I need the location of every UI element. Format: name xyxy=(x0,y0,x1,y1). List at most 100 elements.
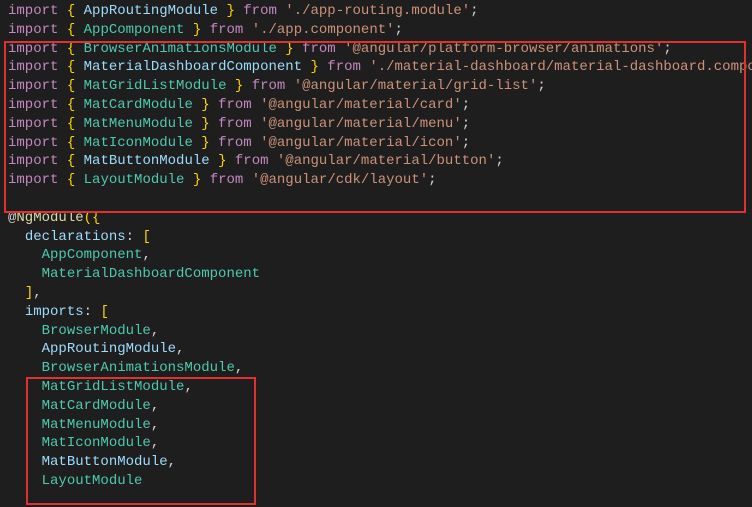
code-line: MatButtonModule, xyxy=(8,453,752,472)
code-line: AppComponent, xyxy=(8,246,752,265)
code-token: '@angular/material/icon' xyxy=(260,135,462,151)
code-line: import { MatGridListModule } from '@angu… xyxy=(8,77,752,96)
code-token: MatMenuModule xyxy=(84,116,193,132)
code-token xyxy=(243,78,251,94)
code-token: NgModule xyxy=(16,210,83,226)
code-token xyxy=(58,41,66,57)
code-token: MaterialDashboardComponent xyxy=(42,266,260,282)
code-token: ] xyxy=(25,285,33,301)
code-token xyxy=(193,116,201,132)
code-token: MatGridListModule xyxy=(84,78,227,94)
code-token xyxy=(58,3,66,19)
code-line: MatIconModule, xyxy=(8,434,752,453)
code-token xyxy=(8,435,42,451)
code-token: { xyxy=(92,210,100,226)
code-token: ; xyxy=(462,116,470,132)
code-token xyxy=(201,22,209,38)
code-token: { xyxy=(67,22,75,38)
code-token xyxy=(75,22,83,38)
code-token xyxy=(294,41,302,57)
code-line: MatGridListModule, xyxy=(8,378,752,397)
code-token xyxy=(8,341,42,357)
code-token: MatMenuModule xyxy=(42,417,151,433)
code-token: '@angular/material/menu' xyxy=(260,116,462,132)
code-token: BrowserAnimationsModule xyxy=(42,360,235,376)
code-token: ; xyxy=(462,97,470,113)
code-token xyxy=(336,41,344,57)
code-token: LayoutModule xyxy=(84,172,185,188)
code-token: AppComponent xyxy=(84,22,185,38)
code-token: from xyxy=(327,59,361,75)
code-token xyxy=(8,323,42,339)
code-line: import { MatCardModule } from '@angular/… xyxy=(8,96,752,115)
code-token: AppRoutingModule xyxy=(84,3,218,19)
code-token: import xyxy=(8,41,58,57)
code-token: from xyxy=(218,97,252,113)
code-token xyxy=(193,97,201,113)
code-token xyxy=(226,78,234,94)
code-line: import { MatIconModule } from '@angular/… xyxy=(8,134,752,153)
code-token xyxy=(75,172,83,188)
code-token: from xyxy=(210,172,244,188)
code-token: , xyxy=(151,417,159,433)
code-token xyxy=(184,172,192,188)
code-editor[interactable]: import { AppRoutingModule } from './app-… xyxy=(8,2,752,491)
code-line: @NgModule({ xyxy=(8,209,752,228)
code-token xyxy=(58,172,66,188)
code-token: MatGridListModule xyxy=(42,379,185,395)
code-token: from xyxy=(243,3,277,19)
code-token: './app.component' xyxy=(252,22,395,38)
code-token: { xyxy=(67,41,75,57)
code-token xyxy=(75,41,83,57)
code-token xyxy=(58,153,66,169)
code-token xyxy=(58,78,66,94)
code-token: , xyxy=(142,247,150,263)
code-token: ; xyxy=(395,22,403,38)
code-line: declarations: [ xyxy=(8,228,752,247)
code-token xyxy=(75,3,83,19)
code-token: , xyxy=(151,398,159,414)
code-token xyxy=(285,78,293,94)
code-token: ; xyxy=(537,78,545,94)
code-token xyxy=(8,473,42,489)
code-line: import { MatMenuModule } from '@angular/… xyxy=(8,115,752,134)
code-token xyxy=(8,285,25,301)
code-line: import { AppComponent } from './app.comp… xyxy=(8,21,752,40)
code-token: AppRoutingModule xyxy=(42,341,176,357)
code-token: MatIconModule xyxy=(84,135,193,151)
code-token: { xyxy=(67,3,75,19)
code-line: import { MatButtonModule } from '@angula… xyxy=(8,152,752,171)
code-token xyxy=(243,172,251,188)
code-token: LayoutModule xyxy=(42,473,143,489)
code-token: declarations xyxy=(25,229,126,245)
code-token xyxy=(184,22,192,38)
code-token: '@angular/cdk/layout' xyxy=(252,172,428,188)
code-token xyxy=(75,97,83,113)
code-token: import xyxy=(8,153,58,169)
code-token xyxy=(226,153,234,169)
code-token: } xyxy=(201,135,209,151)
code-token xyxy=(252,116,260,132)
code-token: MatCardModule xyxy=(84,97,193,113)
code-token: } xyxy=(310,59,318,75)
code-line: LayoutModule xyxy=(8,472,752,491)
code-token: { xyxy=(67,78,75,94)
code-token xyxy=(201,172,209,188)
code-token xyxy=(58,22,66,38)
code-line: AppRoutingModule, xyxy=(8,340,752,359)
code-token xyxy=(8,398,42,414)
code-token xyxy=(75,135,83,151)
code-token xyxy=(58,135,66,151)
code-token: from xyxy=(302,41,336,57)
code-line: MaterialDashboardComponent xyxy=(8,265,752,284)
code-line: import { BrowserAnimationsModule } from … xyxy=(8,40,752,59)
code-token xyxy=(8,417,42,433)
code-token xyxy=(243,22,251,38)
code-token: import xyxy=(8,22,58,38)
code-token: '@angular/material/button' xyxy=(277,153,495,169)
code-line: import { MaterialDashboardComponent } fr… xyxy=(8,58,752,77)
code-token: { xyxy=(67,153,75,169)
code-token: from xyxy=(210,22,244,38)
code-token xyxy=(8,454,42,470)
code-token xyxy=(252,97,260,113)
